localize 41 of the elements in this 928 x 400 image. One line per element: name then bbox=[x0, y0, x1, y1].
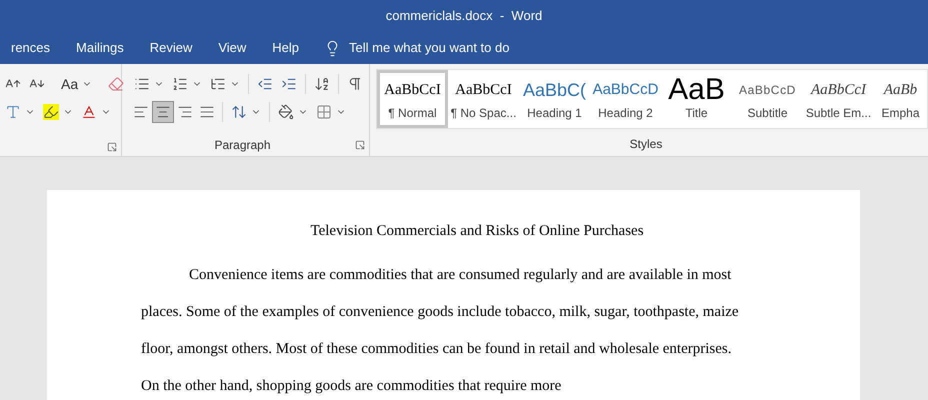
increase-indent-icon bbox=[281, 76, 297, 92]
align-button[interactable] bbox=[152, 101, 174, 123]
group-label: Paragraph bbox=[213, 137, 272, 154]
ribbon-tab[interactable]: View bbox=[205, 32, 260, 64]
font-color-icon bbox=[81, 104, 97, 120]
document-paragraph: Convenience items are commodities that are consumed regularly and are available in most places. Some of the examples of convenience goods include tobacco, milk, sugar, toothpaste, maize floor, amongst others. Most of these commodities can be found in retail and wholesale enterprises. On the other hand, shopping goods are commodities that require more bbox=[141, 266, 740, 396]
line-spacing-icon bbox=[231, 104, 247, 120]
style-item[interactable]: AaBb Empha bbox=[874, 70, 927, 128]
style-item[interactable]: AaB Title bbox=[661, 70, 732, 128]
group-label: Styles bbox=[628, 136, 664, 153]
borders-icon bbox=[316, 104, 332, 120]
style-item[interactable]: AaBbC( Heading 1 bbox=[519, 70, 590, 128]
ribbon-tab[interactable]: rences bbox=[0, 32, 64, 64]
document-title: Television Commercials and Risks of Online Purchases bbox=[309, 222, 645, 241]
sort-icon bbox=[314, 76, 330, 92]
eraser-icon bbox=[108, 76, 124, 92]
paint-bucket-icon bbox=[278, 104, 294, 120]
style-item[interactable]: AaBbCcD Subtitle bbox=[732, 70, 803, 128]
window-title: commericlals.docx - Word bbox=[386, 7, 542, 26]
tell-me-placeholder: Tell me what you want to do bbox=[349, 39, 510, 58]
style-item[interactable]: AaBbCcD Heading 2 bbox=[590, 70, 661, 128]
style-item[interactable]: AaBbCcI ¶ No Spac... bbox=[448, 70, 519, 128]
highlighter-icon bbox=[43, 104, 59, 120]
numbered-list-icon bbox=[172, 76, 188, 92]
align-icon bbox=[199, 104, 215, 120]
align-icon bbox=[177, 104, 193, 120]
style-item[interactable]: AaBbCcI Subtle Em... bbox=[803, 70, 874, 128]
align-icon bbox=[133, 104, 149, 120]
multilevel-list-icon bbox=[210, 76, 226, 92]
align-icon bbox=[155, 104, 171, 120]
tell-me-field[interactable]: Tell me what you want to do bbox=[324, 38, 510, 58]
change-case-button[interactable]: Aa bbox=[57, 73, 96, 95]
ribbon-tab[interactable]: Mailings bbox=[63, 32, 137, 64]
style-item[interactable]: AaBbCcI ¶ Normal bbox=[377, 70, 448, 128]
dialog-launcher-icon[interactable] bbox=[355, 140, 365, 150]
pilcrow-icon bbox=[347, 76, 363, 92]
ribbon-tab[interactable]: Help bbox=[259, 32, 312, 64]
ribbon-tab[interactable]: Review bbox=[136, 32, 206, 64]
decrease-indent-icon bbox=[257, 76, 273, 92]
text-effects-icon bbox=[5, 104, 21, 120]
dialog-launcher-icon[interactable] bbox=[107, 142, 117, 152]
